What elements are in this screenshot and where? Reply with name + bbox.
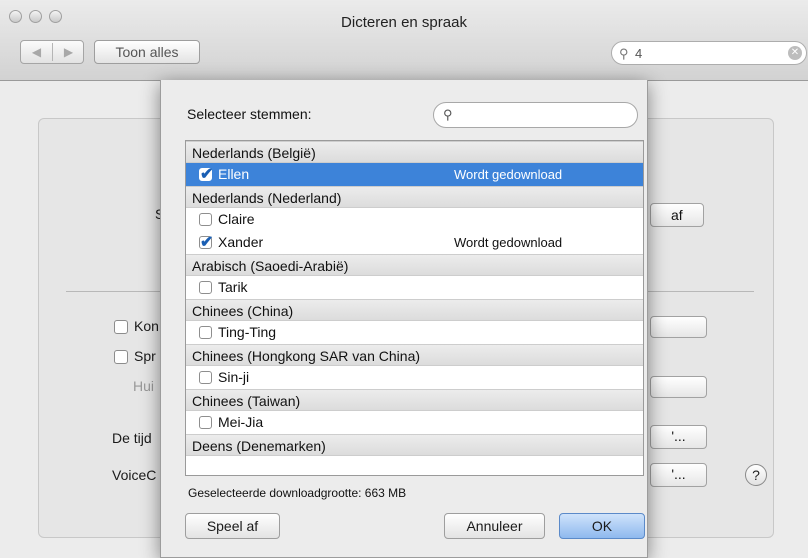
voice-name: Xander (218, 234, 264, 250)
voice-row[interactable]: Ting-Ting (186, 321, 643, 344)
voice-checkbox[interactable] (199, 326, 212, 339)
show-all-button[interactable]: Toon alles (94, 40, 200, 64)
language-group-header: Chinees (Taiwan) (186, 389, 643, 411)
voice-list[interactable]: Nederlands (België) ✔ Ellen Wordt gedownloa… (185, 140, 644, 476)
search-icon: ⚲ (443, 107, 453, 122)
language-group-header: Nederlands (België) (186, 141, 643, 163)
bg-label-spr: Spr (134, 348, 156, 364)
clear-icon[interactable]: ✕ (788, 46, 802, 60)
voice-row[interactable]: Tarik (186, 276, 643, 299)
bg-label-tijd: De tijd (112, 430, 152, 446)
checkmark-icon: ✔ (200, 234, 214, 251)
back-button[interactable]: ◀ (21, 41, 52, 63)
voice-row[interactable]: ✔ Ellen Wordt gedownload (186, 163, 643, 186)
bg-button-3[interactable]: '... (650, 425, 707, 449)
voice-name: Tarik (218, 279, 248, 295)
bg-label-voice: VoiceC (112, 467, 157, 483)
bg-checkbox-kon[interactable] (114, 320, 128, 334)
voice-checkbox[interactable] (199, 371, 212, 384)
select-voices-sheet: Selecteer stemmen: ⚲ Nederlands (België)… (160, 80, 648, 558)
help-button[interactable]: ? (745, 464, 767, 486)
bg-label-hui: Hui (133, 378, 155, 394)
sheet-title: Selecteer stemmen: (187, 106, 312, 122)
voice-row[interactable]: Sin-ji (186, 366, 643, 389)
voice-download-status: Wordt gedownload (454, 167, 563, 182)
language-group-header: Arabisch (Saoedi-Arabië) (186, 254, 643, 276)
search-icon: ⚲ (619, 46, 629, 61)
voice-checkbox[interactable]: ✔ (199, 234, 213, 251)
voice-checkbox[interactable]: ✔ (199, 166, 213, 183)
preferences-search-field[interactable]: ⚲ 4 ✕ (611, 41, 807, 65)
forward-button[interactable]: ▶ (53, 41, 84, 63)
language-group-header: Chinees (China) (186, 299, 643, 321)
voice-name: Ellen (218, 166, 250, 182)
language-group-header: Deens (Denemarken) (186, 434, 643, 456)
voice-checkbox[interactable] (199, 213, 212, 226)
window-title: Dicteren en spraak (341, 14, 467, 31)
voice-checkbox[interactable] (199, 281, 212, 294)
voice-row[interactable]: Mei-Jia (186, 411, 643, 434)
bg-button-2[interactable] (650, 376, 707, 398)
voice-name: Ting-Ting (218, 324, 277, 340)
language-group-header: Chinees (Hongkong SAR van China) (186, 344, 643, 366)
title-bar: Dicteren en spraak ◀ ▶ Toon alles ⚲ 4 ✕ (0, 0, 808, 81)
checkmark-icon: ✔ (200, 166, 214, 183)
bg-label-kon: Kon (134, 318, 159, 334)
voice-name: Mei-Jia (218, 414, 264, 430)
voice-row[interactable]: ✔ Xander Wordt gedownload (186, 231, 643, 254)
back-forward-control: ◀ ▶ (20, 40, 84, 64)
voice-checkbox[interactable] (199, 416, 212, 429)
voice-name: Claire (218, 211, 255, 227)
language-group-header: Nederlands (Nederland) (186, 186, 643, 208)
voice-search-field[interactable]: ⚲ (433, 102, 638, 128)
bg-play-button[interactable]: af (650, 203, 704, 227)
search-query: 4 (635, 46, 643, 61)
download-size-label: Geselecteerde downloadgrootte: 663 MB (188, 486, 407, 500)
bg-checkbox-spr[interactable] (114, 350, 128, 364)
voice-row[interactable]: Claire (186, 208, 643, 231)
voice-download-status: Wordt gedownload (454, 235, 563, 250)
bg-button-1[interactable] (650, 316, 707, 338)
ok-button[interactable]: OK (559, 513, 645, 539)
bg-button-4[interactable]: '... (650, 463, 707, 487)
voice-name: Sin-ji (218, 369, 250, 385)
cancel-button[interactable]: Annuleer (444, 513, 545, 539)
play-button[interactable]: Speel af (185, 513, 280, 539)
